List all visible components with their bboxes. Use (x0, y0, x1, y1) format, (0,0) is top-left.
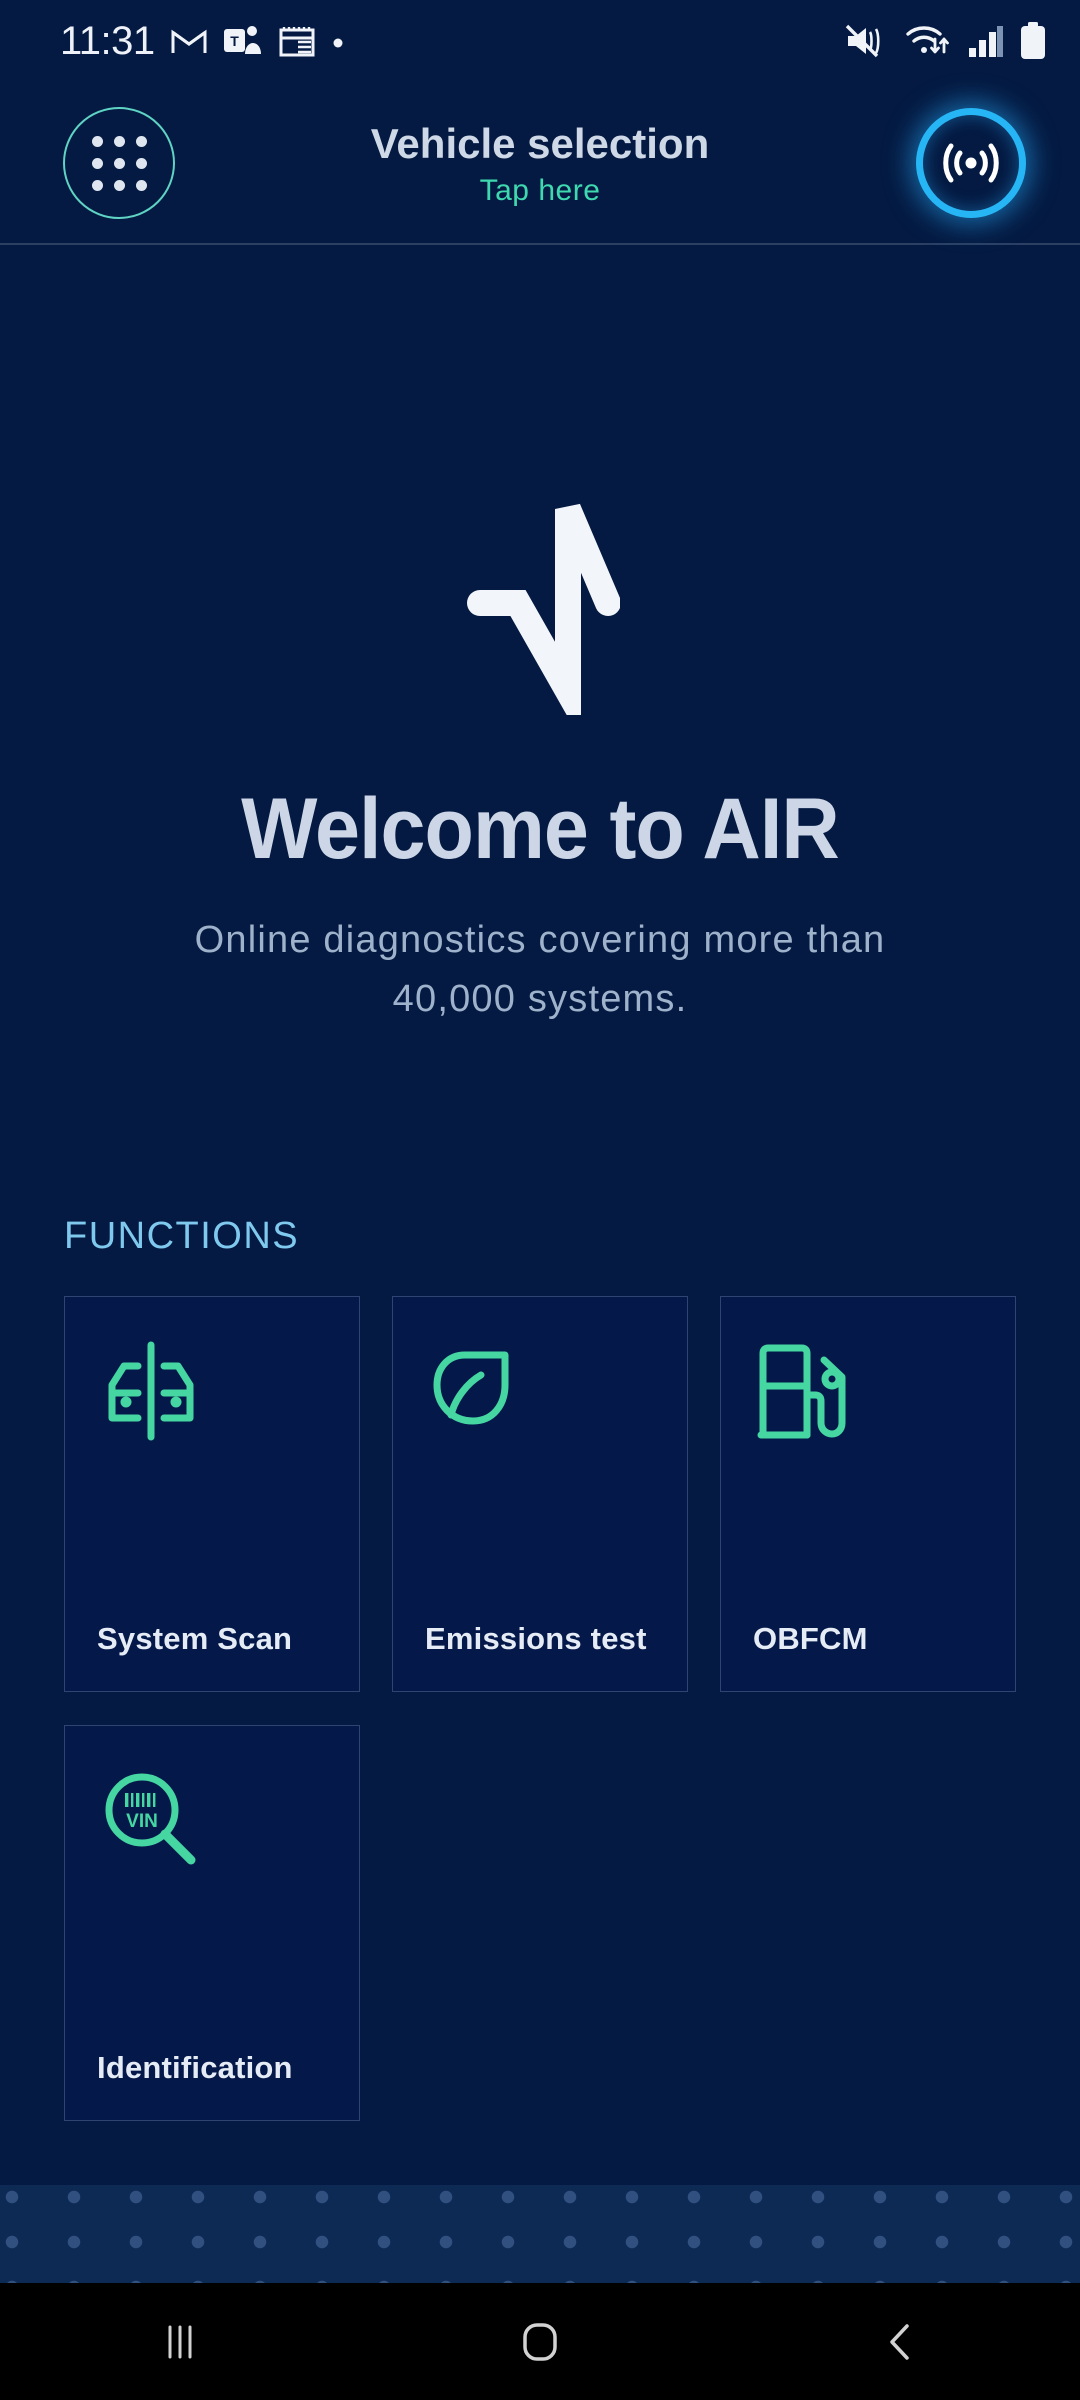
function-card-emissions-test[interactable]: Emissions test (392, 1296, 688, 1692)
function-card-label: Identification (97, 2050, 293, 2085)
functions-grid: System Scan Emissions test OBFCM VIN Ide… (64, 1296, 1016, 2121)
svg-text:VIN: VIN (126, 1811, 158, 1832)
app-header: Vehicle selection Tap here (0, 82, 1080, 245)
status-bar-left: 11:31 T (60, 19, 345, 64)
phone-screen: 11:31 T Vehicle selection Tap here Welco… (0, 0, 1080, 2400)
hero-section: Welcome to AIR Online diagnostics coveri… (0, 245, 1080, 1029)
system-navigation-bar (0, 2283, 1080, 2400)
functions-section: FUNCTIONS System Scan Emissions test OBF… (0, 1215, 1080, 2121)
cellular-signal-icon (969, 26, 1003, 57)
fuel-pump-icon (753, 1331, 983, 1451)
svg-text:T: T (230, 33, 239, 49)
home-button[interactable] (440, 2283, 640, 2400)
back-chevron-icon (890, 2323, 909, 2360)
decorative-dot-band (0, 2185, 1080, 2283)
notification-dot-icon (333, 38, 343, 48)
function-card-label: OBFCM (753, 1621, 868, 1656)
function-card-system-scan[interactable]: System Scan (64, 1296, 360, 1692)
battery-icon (1021, 22, 1045, 59)
welcome-title: Welcome to AIR (241, 781, 840, 877)
gmail-icon (171, 29, 207, 53)
status-bar: 11:31 T (0, 0, 1080, 82)
functions-heading: FUNCTIONS (64, 1215, 300, 1257)
recents-icon (168, 2325, 192, 2358)
recents-button[interactable] (80, 2283, 280, 2400)
wifi-icon (906, 26, 949, 54)
page-subtitle: Tap here (479, 173, 601, 207)
status-clock: 11:31 (60, 18, 155, 63)
connection-status-button[interactable] (916, 108, 1026, 218)
back-button[interactable] (800, 2283, 1000, 2400)
vin-magnifier-icon: VIN (97, 1760, 327, 1880)
function-card-identification[interactable]: VIN Identification (64, 1725, 360, 2121)
home-icon (523, 2322, 557, 2361)
teams-icon: T (223, 26, 261, 54)
calendar-icon (279, 27, 315, 57)
welcome-subtitle: Online diagnostics covering more than 40… (194, 919, 886, 1020)
broadcast-signal-icon (943, 143, 999, 183)
car-scan-icon (97, 1331, 327, 1451)
mute-vibrate-icon (845, 24, 880, 58)
function-card-label: System Scan (97, 1621, 293, 1656)
status-bar-right (844, 22, 1046, 60)
function-card-label: Emissions test (425, 1621, 647, 1656)
function-card-obfcm[interactable]: OBFCM (720, 1296, 1016, 1692)
page-title: Vehicle selection (370, 119, 710, 167)
pulse-waveform-logo (460, 485, 621, 741)
leaf-icon (425, 1331, 655, 1451)
